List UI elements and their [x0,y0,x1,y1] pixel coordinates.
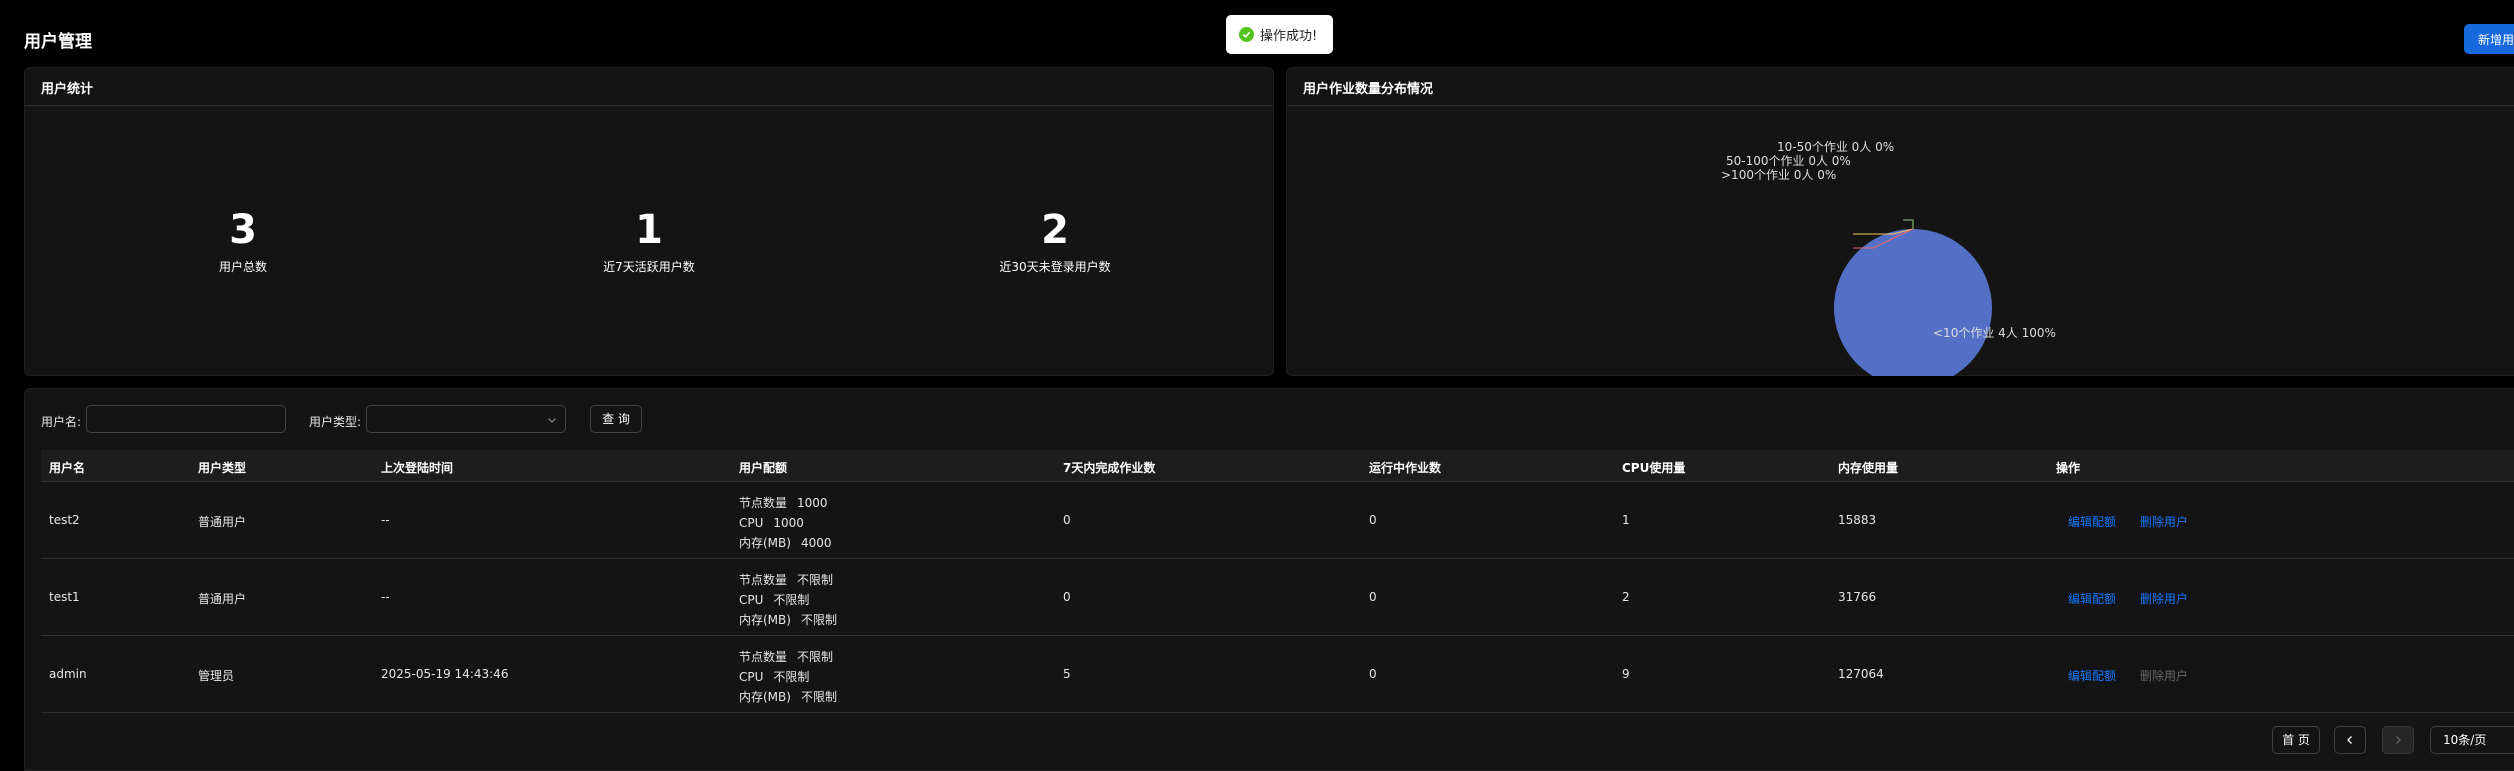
col-quota: 用户配额 [739,461,788,475]
stat-active-7d: 1 近7天活跃用户数 [499,208,799,275]
check-circle-icon [1239,27,1254,42]
col-cpu: CPU使用量 [1622,461,1686,475]
cell-usertype: 普通用户 [198,592,247,606]
page-size-select[interactable]: 10条/页 [2430,726,2514,754]
edit-quota-link[interactable]: 编辑配额 [2068,513,2116,530]
usertype-select[interactable] [366,405,566,433]
user-stats-card: 用户统计 3 用户总数 1 近7天活跃用户数 2 近30天未登录用户数 [24,67,1274,376]
cell-running: 0 [1369,590,1377,604]
cell-last-login: -- [381,590,390,604]
cell-username: admin [49,667,87,681]
chevron-left-icon [2347,736,2352,744]
pie-slice-0[interactable] [1834,229,1992,376]
cell-mem: 31766 [1838,590,1877,604]
col-usertype: 用户类型 [198,461,247,475]
usertype-label: 用户类型: [309,415,362,429]
pie-leader-line-1 [1903,219,1914,229]
chevron-down-icon [547,414,557,428]
first-page-button[interactable]: 首 页 [2272,726,2320,754]
quota-value: 不限制 [800,690,837,704]
col-mem: 内存使用量 [1838,461,1899,475]
delete-user-link-disabled: 删除用户 [2140,669,2189,683]
cell-mem: 15883 [1838,513,1877,527]
stats-card-title: 用户统计 [25,68,1273,106]
stat-inactive-30d: 2 近30天未登录用户数 [905,208,1205,275]
pie-label-gt100: >100个作业 0人 0% [1721,168,1837,182]
table-row: admin 管理员 2025-05-19 14:43:46 节点数量 不限制 CP… [41,636,2514,713]
cell-quota: 节点数量 不限制 CPU 不限制 内存(MB) 不限制 [739,647,837,707]
quota-value: 不限制 [797,650,834,664]
quota-key: 内存(MB) [739,536,791,550]
quota-key: CPU [739,670,764,684]
cell-done-7d: 0 [1063,590,1071,604]
stat-value: 2 [1041,207,1069,253]
stat-label: 近30天未登录用户数 [999,260,1111,274]
cell-quota: 节点数量 1000 CPU 1000 内存(MB) 4000 [739,493,832,553]
edit-quota-link[interactable]: 编辑配额 [2068,667,2116,684]
stat-value: 3 [229,207,257,253]
chart-card-title: 用户作业数量分布情况 [1287,68,2514,106]
quota-key: CPU [739,516,764,530]
table-row: test2 普通用户 -- 节点数量 1000 CPU 1000 内存(MB) 400… [41,482,2514,559]
job-distribution-card: 用户作业数量分布情况 <10个作业 4人 100% 10-50个作业 0人 0%… [1286,67,2514,376]
stat-label: 近7天活跃用户数 [603,260,695,274]
quota-value: 不限制 [800,613,837,627]
page-title: 用户管理 [24,32,92,52]
quota-value: 不限制 [797,573,834,587]
success-toast: 操作成功! [1226,15,1333,54]
quota-key: 节点数量 [739,650,788,664]
cell-cpu: 2 [1622,590,1630,604]
add-user-button[interactable]: 新增用户 [2464,24,2514,54]
prev-page-button[interactable] [2334,726,2366,754]
table-header: 用户名 用户类型 上次登陆时间 用户配额 7天内完成作业数 运行中作业数 CPU… [41,450,2514,482]
quota-value: 1000 [773,516,804,530]
pie-chart [1834,219,1992,376]
cell-done-7d: 0 [1063,513,1071,527]
quota-key: 节点数量 [739,573,788,587]
quota-value: 不限制 [773,670,810,684]
col-last-login: 上次登陆时间 [381,461,454,475]
next-page-button[interactable] [2382,726,2414,754]
quota-key: 节点数量 [739,496,788,510]
stat-value: 1 [635,207,663,253]
delete-user-link[interactable]: 删除用户 [2140,590,2188,607]
cell-last-login: -- [381,513,390,527]
cell-username: test1 [49,590,80,604]
cell-mem: 127064 [1838,667,1884,681]
edit-quota-link[interactable]: 编辑配额 [2068,590,2116,607]
chevron-right-icon [2396,736,2401,744]
cell-last-login: 2025-05-19 14:43:46 [381,667,509,681]
pie-label-lt10: <10个作业 4人 100% [1933,326,2056,340]
stat-label: 用户总数 [218,260,267,274]
quota-value: 不限制 [773,593,810,607]
username-input[interactable] [86,405,286,433]
table-row: test1 普通用户 -- 节点数量 不限制 CPU 不限制 内存(MB) 不限制 0… [41,559,2514,636]
cell-quota: 节点数量 不限制 CPU 不限制 内存(MB) 不限制 [739,570,837,630]
toast-text: 操作成功! [1260,29,1318,44]
col-actions: 操作 [2056,461,2081,475]
cell-username: test2 [49,513,80,527]
quota-key: 内存(MB) [739,690,791,704]
col-running: 运行中作业数 [1369,461,1442,475]
quota-key: 内存(MB) [739,613,791,627]
delete-user-link[interactable]: 删除用户 [2140,513,2188,530]
cell-cpu: 9 [1622,667,1630,681]
cell-usertype: 管理员 [198,669,235,683]
quota-value: 4000 [800,536,832,550]
query-button[interactable]: 查 询 [590,405,642,433]
col-username: 用户名 [49,461,86,475]
page-size-value: 10条/页 [2443,733,2487,747]
username-label: 用户名: [41,415,82,429]
cell-usertype: 普通用户 [198,515,247,529]
cell-running: 0 [1369,667,1377,681]
stat-total-users: 3 用户总数 [93,208,393,275]
quota-value: 1000 [797,496,828,510]
cell-running: 0 [1369,513,1377,527]
cell-done-7d: 5 [1063,667,1071,681]
col-done-7d: 7天内完成作业数 [1063,461,1156,475]
cell-cpu: 1 [1622,513,1630,527]
quota-key: CPU [739,593,764,607]
